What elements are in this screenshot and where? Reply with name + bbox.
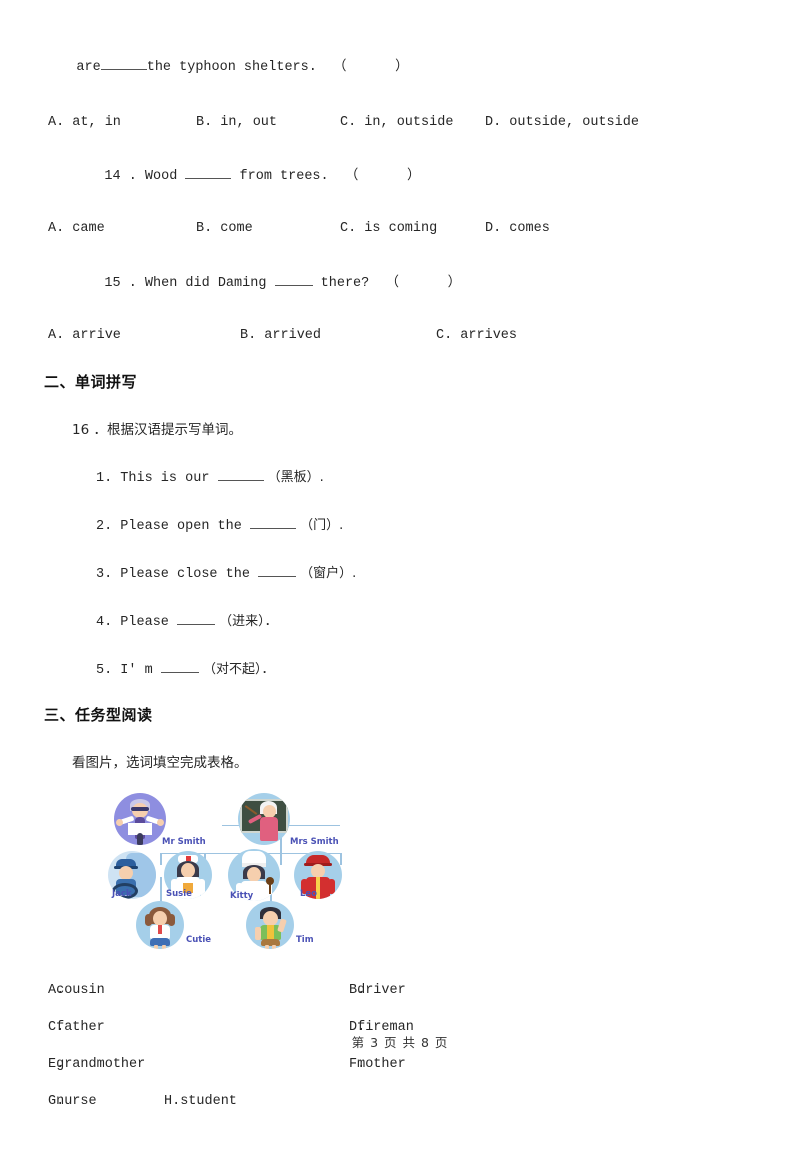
- label-leo: Leo: [300, 888, 318, 899]
- option-b[interactable]: B. in, out: [196, 115, 277, 130]
- answer-blank[interactable]: [217, 479, 264, 481]
- option-word: grandmother: [56, 1056, 146, 1072]
- link-down-jack: [160, 852, 162, 865]
- answer-blank[interactable]: [177, 623, 216, 625]
- word-bank-row-3: E. grandmother F. mother: [44, 1057, 756, 1094]
- avatar-mr-smith: [114, 792, 166, 845]
- person-mr-smith-icon: [114, 793, 166, 845]
- instruction-text: 根据汉语提示写单词。: [106, 421, 242, 438]
- section-three-instruction: 看图片，选词填空完成表格。: [72, 754, 248, 771]
- question-15-stem: 15 . When did Daming there? （ ）: [44, 262, 756, 307]
- option-word: cousin: [56, 982, 105, 998]
- answer-blank: [185, 178, 232, 180]
- option-c[interactable]: C. arrives: [436, 328, 517, 343]
- question-14-options-row: A. came B. come C. is coming D. comes: [44, 221, 756, 241]
- link-down-kitty: [280, 852, 282, 865]
- option-d[interactable]: D. outside, outside: [485, 115, 639, 130]
- item-number: 3.: [96, 566, 113, 582]
- item-number: 2.: [96, 518, 113, 534]
- question-14-stem: 14 . Wood from trees. （ ）: [44, 156, 756, 201]
- option-key: H.: [164, 1093, 181, 1109]
- item-text-before: I' m: [112, 662, 161, 678]
- item-text-after: （门）.: [295, 517, 344, 533]
- section-three-heading: 三、任务型阅读: [44, 704, 756, 725]
- section-three-heading-text: 三、任务型阅读: [44, 705, 153, 724]
- item-number: 4.: [96, 614, 113, 630]
- option-b[interactable]: B. come: [196, 221, 253, 236]
- question-15-number: 15 .: [104, 275, 137, 291]
- spelling-item-1: 1. This is our （黑板）.: [44, 466, 756, 486]
- spelling-item-2: 2. Please open the （门）.: [44, 514, 756, 534]
- spelling-item-4: 4. Please （进来）．: [44, 610, 756, 630]
- answer-blank: [274, 284, 313, 286]
- carryover-stem-suffix: the typhoon shelters. （ ）: [146, 59, 409, 75]
- option-word: nurse: [56, 1093, 97, 1109]
- word-bank-option-b[interactable]: B. driver: [349, 983, 406, 998]
- instruction-number: 16 ．: [72, 421, 107, 438]
- label-susie: Susie: [166, 888, 192, 899]
- question-14-number: 14 .: [104, 169, 137, 185]
- option-c[interactable]: C. is coming: [340, 221, 437, 236]
- option-d[interactable]: D. comes: [485, 221, 550, 236]
- option-word: student: [180, 1093, 237, 1109]
- answer-blank[interactable]: [160, 671, 199, 673]
- item-number: 5.: [96, 662, 113, 678]
- word-bank-option-g[interactable]: G. nurse: [48, 1094, 97, 1109]
- label-mrs-smith: Mrs Smith: [290, 836, 339, 847]
- question-15-text-before: When did Daming: [136, 275, 275, 291]
- word-bank-row-1: A. cousin B. driver: [44, 983, 756, 1020]
- option-c[interactable]: C. in, outside: [340, 115, 453, 130]
- word-bank-option-f[interactable]: F. mother: [349, 1057, 406, 1072]
- avatar-tim: [246, 900, 294, 949]
- family-tree-figure: Mr Smith Mrs Smith Jack Susie Kitty Leo …: [104, 789, 354, 957]
- option-a[interactable]: A. arrive: [48, 328, 121, 343]
- option-word: mother: [357, 1056, 406, 1072]
- family-tree-canvas: Mr Smith Mrs Smith Jack Susie Kitty Leo …: [104, 789, 354, 957]
- label-kitty: Kitty: [230, 890, 254, 901]
- option-b[interactable]: B. arrived: [240, 328, 321, 343]
- item-text-after: （对不起）．: [198, 661, 275, 677]
- avatar-mrs-smith: [238, 792, 290, 845]
- answer-blank[interactable]: [258, 575, 297, 577]
- question-15-text-after: there? （ ）: [312, 275, 462, 291]
- section-two-heading: 二、单词拼写: [44, 371, 756, 392]
- question-15-options-row: A. arrive B. arrived C. arrives: [44, 328, 756, 348]
- person-mrs-smith-icon: [238, 793, 290, 845]
- question-14-text-after: from trees. （ ）: [231, 169, 421, 185]
- label-tim: Tim: [296, 934, 314, 945]
- option-a[interactable]: A. at, in: [48, 115, 121, 130]
- word-bank-option-h[interactable]: H. student: [164, 1093, 237, 1109]
- carryover-question-stem: are the typhoon shelters. （ ）: [44, 46, 756, 91]
- option-a[interactable]: A. came: [48, 221, 105, 236]
- spelling-item-5: 5. I' m （对不起）．: [44, 658, 756, 678]
- item-number: 1.: [96, 470, 113, 486]
- exam-page: are the typhoon shelters. （ ） A. at, in B…: [0, 0, 800, 1132]
- spelling-item-3: 3. Please close the （窗户）.: [44, 562, 756, 582]
- carryover-stem-prefix: are: [76, 59, 101, 75]
- question-14-text-before: Wood: [136, 169, 186, 185]
- carryover-options-row: A. at, in B. in, out C. in, outside D. o…: [44, 115, 756, 135]
- item-text-before: Please: [112, 614, 178, 630]
- label-mr-smith: Mr Smith: [162, 836, 206, 847]
- item-text-before: This is our: [112, 470, 218, 486]
- answer-blank[interactable]: [249, 527, 296, 529]
- word-bank-row-4: G. nurse H. student: [44, 1094, 756, 1131]
- page-footer: 第 3 页 共 8 页: [351, 1035, 449, 1050]
- section-two-instruction: 16 ．根据汉语提示写单词。: [44, 418, 756, 438]
- item-text-after: （黑板）.: [263, 469, 324, 485]
- person-tim-student-icon: [246, 901, 294, 949]
- label-jack: Jack: [112, 888, 132, 899]
- avatar-cutie: [136, 900, 184, 949]
- word-bank-option-a[interactable]: A. cousin: [48, 983, 105, 998]
- answer-blank: [100, 68, 147, 70]
- label-cutie: Cutie: [186, 934, 212, 945]
- item-text-before: Please close the: [112, 566, 259, 582]
- item-text-before: Please open the: [112, 518, 250, 534]
- item-text-after: （窗户）.: [296, 565, 357, 581]
- person-cutie-student-icon: [136, 901, 184, 949]
- option-word: driver: [357, 982, 406, 998]
- link-jack-cutie: [160, 876, 162, 903]
- word-bank-option-e[interactable]: E. grandmother: [48, 1057, 145, 1072]
- item-text-after: （进来）．: [215, 613, 278, 629]
